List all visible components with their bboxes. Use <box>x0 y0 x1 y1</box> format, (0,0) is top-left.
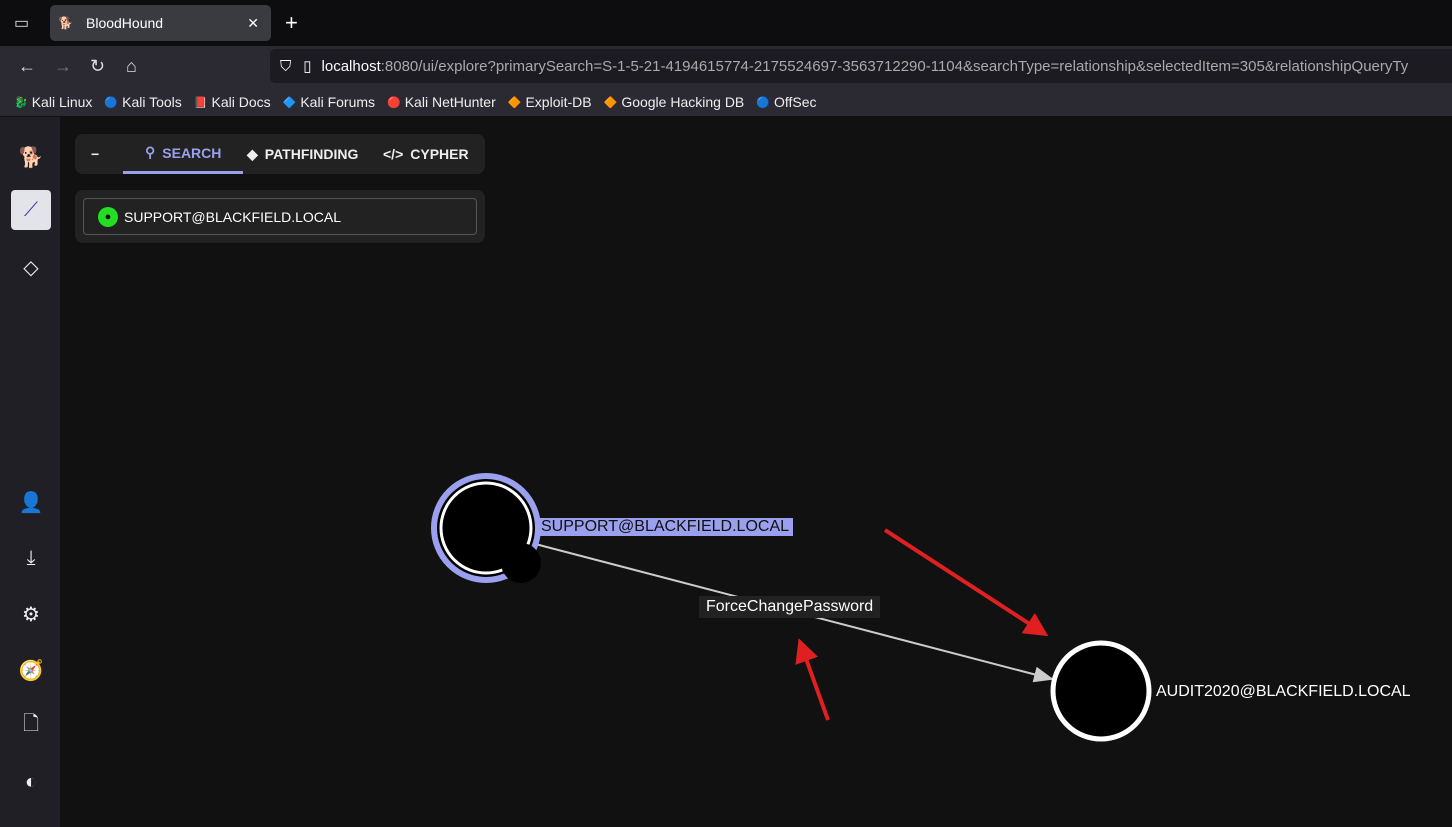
graph-canvas[interactable] <box>0 0 1452 827</box>
source-node-label[interactable]: SUPPORT@BLACKFIELD.LOCAL <box>537 518 794 536</box>
annotation-arrow <box>883 528 1049 637</box>
annotation-arrow <box>795 638 830 721</box>
edge-label[interactable]: ForceChangePassword <box>699 596 881 618</box>
target-node[interactable] <box>1050 640 1152 742</box>
target-node-label[interactable]: AUDIT2020@BLACKFIELD.LOCAL <box>1152 683 1415 701</box>
node-badge <box>501 543 541 583</box>
